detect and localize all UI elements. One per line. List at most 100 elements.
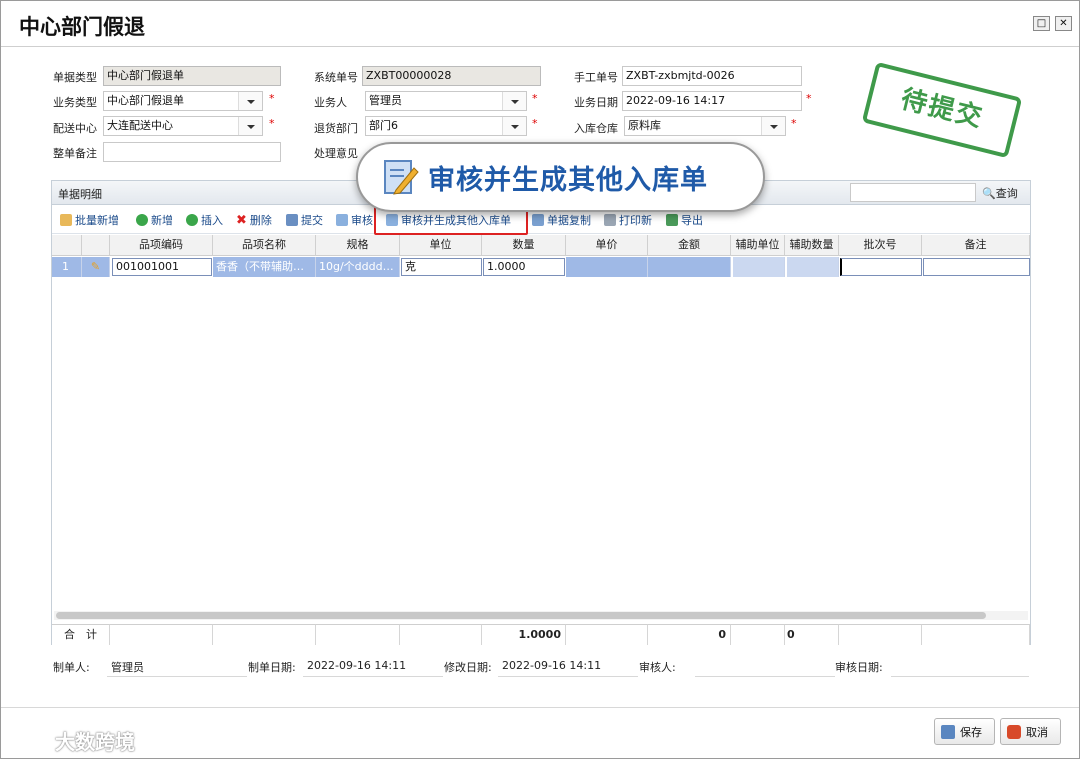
- handler-label: 业务人: [314, 96, 347, 109]
- column-header[interactable]: 备注: [922, 235, 1030, 256]
- edit-document-icon: [386, 214, 398, 226]
- scrollbar-thumb[interactable]: [56, 612, 986, 619]
- copy-button[interactable]: 单据复制: [532, 212, 591, 228]
- item-name-cell[interactable]: 香香（不带辅助…: [213, 257, 316, 277]
- add-button[interactable]: 新增: [136, 212, 173, 228]
- edit-document-icon: [384, 160, 419, 195]
- batch-no-input[interactable]: [840, 258, 922, 276]
- print-label: 打印新: [619, 214, 652, 227]
- totals-cell: [400, 624, 482, 645]
- doc-type-label: 单据类型: [53, 71, 97, 84]
- required-mark: *: [532, 117, 538, 130]
- audit-date-label: 审核日期:: [835, 661, 883, 674]
- detail-panel: 单据明细 🔍查询 批量新增 新增 插入 ✖ 删除 提交 审核 审核并生成其他入库单…: [51, 180, 1031, 645]
- submit-icon: [286, 214, 298, 226]
- required-mark: *: [532, 92, 538, 105]
- column-header[interactable]: 规格: [316, 235, 400, 256]
- column-header[interactable]: 单价: [566, 235, 648, 256]
- chevron-down-icon[interactable]: [502, 117, 526, 135]
- close-icon[interactable]: ✕: [1055, 16, 1072, 31]
- batch-add-button[interactable]: 批量新增: [60, 212, 119, 228]
- creator-label: 制单人:: [53, 661, 90, 674]
- business-date-label: 业务日期: [574, 96, 618, 109]
- boxes-icon: [60, 214, 72, 226]
- detail-search-input[interactable]: [850, 183, 976, 202]
- spec-cell[interactable]: 10g/个dddd…: [316, 257, 400, 277]
- distribution-center-value: 大连配送中心: [107, 119, 173, 132]
- chevron-down-icon[interactable]: [761, 117, 785, 135]
- column-header[interactable]: 辅助单位: [731, 235, 785, 256]
- watermark: 大数跨境: [11, 726, 135, 755]
- query-button[interactable]: 🔍查询: [982, 185, 1018, 201]
- watermark-text: 大数跨境: [55, 730, 135, 754]
- auditor-label: 审核人:: [639, 661, 676, 674]
- required-mark: *: [791, 117, 797, 130]
- export-button[interactable]: 导出: [666, 212, 703, 228]
- qty-input[interactable]: 1.0000: [483, 258, 565, 276]
- submit-button[interactable]: 提交: [286, 212, 323, 228]
- column-header[interactable]: 辅助数量: [785, 235, 839, 256]
- chevron-down-icon[interactable]: [238, 117, 262, 135]
- item-code-input[interactable]: 001001001: [112, 258, 212, 276]
- distribution-center-label: 配送中心: [53, 122, 97, 135]
- totals-amount: 0: [648, 624, 731, 645]
- aux-unit-cell[interactable]: [733, 257, 785, 277]
- return-dept-select[interactable]: 部门6: [365, 116, 527, 136]
- required-mark: *: [806, 92, 812, 105]
- cancel-button[interactable]: 取消: [1000, 718, 1061, 745]
- distribution-center-select[interactable]: 大连配送中心: [103, 116, 263, 136]
- title-bar: 中心部门假退 □ ✕: [1, 1, 1079, 47]
- required-mark: *: [269, 92, 275, 105]
- insert-button[interactable]: 插入: [186, 212, 223, 228]
- remark-field[interactable]: [103, 142, 281, 162]
- print-button[interactable]: 打印新: [604, 212, 652, 228]
- manual-no-label: 手工单号: [574, 71, 618, 84]
- system-no-label: 系统单号: [314, 71, 358, 84]
- column-header[interactable]: 批次号: [839, 235, 922, 256]
- save-icon: [941, 724, 955, 739]
- warehouse-select[interactable]: 原料库: [624, 116, 786, 136]
- copy-icon: [532, 214, 544, 226]
- manual-no-field[interactable]: ZXBT-zxbmjtd-0026: [622, 66, 802, 86]
- totals-label: 合 计: [52, 624, 110, 645]
- aux-qty-cell[interactable]: [787, 257, 839, 277]
- column-header[interactable]: 品项名称: [213, 235, 316, 256]
- cancel-label: 取消: [1026, 725, 1048, 739]
- divider: [107, 676, 247, 677]
- business-date-field[interactable]: 2022-09-16 14:17: [622, 91, 802, 111]
- pencil-icon[interactable]: ✎: [82, 257, 110, 277]
- handler-select[interactable]: 管理员: [365, 91, 527, 111]
- plus-icon: [136, 214, 148, 226]
- delete-icon: ✖: [236, 212, 247, 228]
- column-header[interactable]: 金额: [648, 235, 731, 256]
- handler-value: 管理员: [369, 94, 402, 107]
- audit-generate-button[interactable]: 审核并生成其他入库单: [386, 212, 511, 228]
- search-icon: 🔍: [982, 187, 996, 200]
- amount-cell[interactable]: [648, 257, 731, 277]
- chevron-down-icon[interactable]: [238, 92, 262, 110]
- totals-cell: [316, 624, 400, 645]
- return-dept-value: 部门6: [369, 119, 398, 132]
- unit-input[interactable]: 克: [401, 258, 482, 276]
- audit-button[interactable]: 审核: [336, 212, 373, 228]
- warehouse-value: 原料库: [628, 119, 661, 132]
- maximize-icon[interactable]: □: [1033, 16, 1050, 31]
- save-button[interactable]: 保存: [934, 718, 995, 745]
- horizontal-scrollbar[interactable]: [54, 611, 1028, 620]
- delete-button[interactable]: ✖ 删除: [236, 212, 272, 228]
- batch-add-label: 批量新增: [75, 214, 119, 227]
- totals-aux-qty: 0: [785, 624, 839, 645]
- column-header[interactable]: 单位: [400, 235, 482, 256]
- printer-icon: [604, 214, 616, 226]
- chevron-down-icon[interactable]: [502, 92, 526, 110]
- create-date-value: 2022-09-16 14:11: [307, 659, 407, 672]
- column-header[interactable]: 数量: [482, 235, 566, 256]
- row-number: 1: [52, 257, 82, 277]
- column-header: [82, 235, 110, 256]
- note-input[interactable]: [923, 258, 1030, 276]
- excel-icon: [666, 214, 678, 226]
- submit-label: 提交: [301, 214, 323, 227]
- column-header[interactable]: 品项编码: [110, 235, 213, 256]
- price-cell[interactable]: [566, 257, 648, 277]
- business-type-select[interactable]: 中心部门假退单: [103, 91, 263, 111]
